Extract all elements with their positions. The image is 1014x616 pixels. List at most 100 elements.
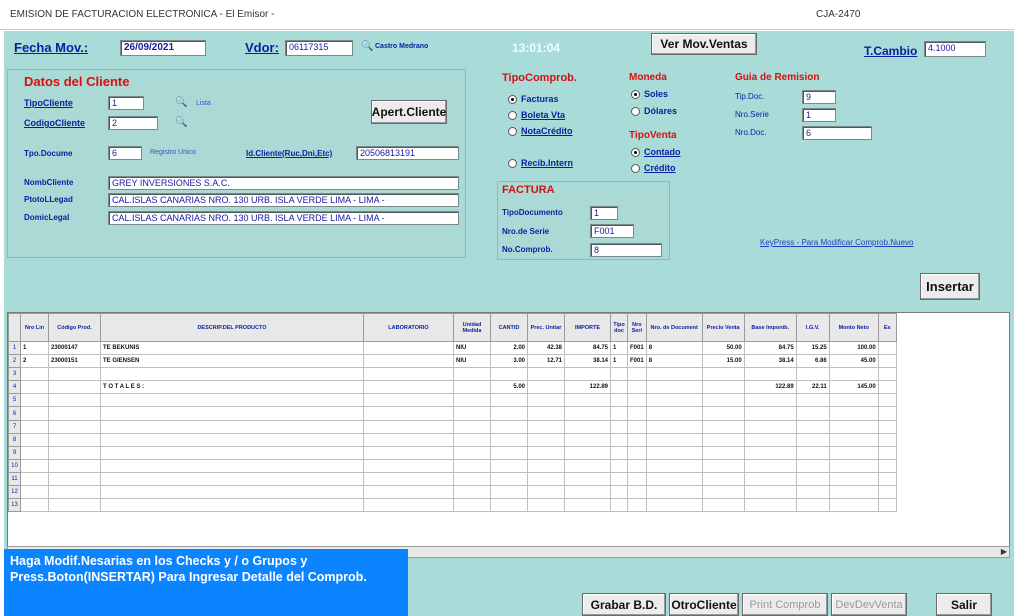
factura-tipo-doc-input[interactable]: 1 [590,206,618,220]
table-cell[interactable] [490,485,528,500]
table-cell[interactable] [743,471,797,487]
table-cell[interactable] [453,367,491,382]
table-cell[interactable] [743,367,797,382]
table-cell[interactable] [627,393,647,408]
table-cell[interactable] [490,419,528,434]
table-cell[interactable] [490,471,528,487]
table-cell[interactable] [564,406,611,421]
table-cell[interactable] [645,419,703,434]
insertar-button[interactable]: Insertar [920,273,980,300]
apert-cliente-button[interactable]: Apert.Cliente [371,100,447,124]
tipo-cliente-input[interactable]: 1 [108,96,144,110]
table-cell[interactable]: 45.00 [828,354,879,369]
table-cell[interactable] [795,432,830,447]
table-cell[interactable]: 122.89 [743,380,797,395]
table-cell[interactable] [828,393,879,408]
table-cell[interactable]: F001 [627,354,647,369]
table-cell[interactable] [828,471,879,487]
table-cell[interactable] [564,432,611,447]
table-row[interactable]: 1 1 23000147 TE BEKUNIS NIU 2.00 42.38 84.75 1 F0… [8,340,897,356]
table-cell[interactable] [877,393,897,408]
table-cell[interactable] [48,432,101,447]
ver-mov-ventas-button[interactable]: Ver Mov.Ventas [651,33,757,55]
radio-dolares[interactable]: Dólares [631,106,677,116]
table-cell[interactable] [453,393,491,408]
table-cell[interactable] [645,432,703,447]
table-cell[interactable] [20,471,49,487]
table-cell[interactable] [100,419,364,434]
table-cell[interactable] [701,367,745,382]
table-cell[interactable] [877,406,897,421]
tipo-cliente-search-icon[interactable]: 🔍 [175,97,187,108]
table-cell[interactable] [490,498,528,513]
table-cell[interactable] [610,406,628,421]
table-cell[interactable] [564,485,611,500]
table-cell[interactable] [828,406,879,421]
table-cell[interactable] [701,380,745,395]
table-cell[interactable] [828,498,879,513]
table-cell[interactable] [363,445,454,460]
table-cell[interactable] [100,485,364,500]
table-cell[interactable] [363,393,454,408]
table-row[interactable]: 3 [8,367,897,382]
table-cell[interactable] [527,432,565,447]
table-cell[interactable] [453,485,491,500]
table-cell[interactable] [564,471,611,487]
table-cell[interactable] [20,485,49,500]
table-cell[interactable] [877,498,897,513]
table-cell[interactable]: 15.00 [701,354,745,369]
domicilio-legal-input[interactable]: CAL.ISLAS CANARIAS NRO. 130 URB. ISLA VE… [108,211,459,225]
table-cell[interactable] [627,380,647,395]
table-cell[interactable] [795,419,830,434]
table-cell[interactable]: 2.00 [490,340,528,356]
table-cell[interactable]: NIU [453,340,491,356]
table-cell[interactable] [527,406,565,421]
guia-tip-doc-input[interactable]: 9 [802,90,836,104]
table-cell[interactable] [795,458,830,473]
table-row[interactable]: 8 [8,432,897,447]
table-cell[interactable] [877,458,897,473]
table-cell[interactable] [645,393,703,408]
table-cell[interactable] [20,498,49,513]
table-cell[interactable] [877,445,897,460]
table-cell[interactable] [743,485,797,500]
table-cell[interactable] [610,445,628,460]
table-cell[interactable] [48,458,101,473]
table-cell[interactable] [100,458,364,473]
table-cell[interactable] [743,498,797,513]
table-cell[interactable] [610,367,628,382]
table-cell[interactable] [564,445,611,460]
table-cell[interactable]: 145.00 [828,380,879,395]
table-row[interactable]: 6 [8,406,897,421]
table-cell[interactable] [20,380,49,395]
table-cell[interactable]: 8 [645,340,703,356]
table-cell[interactable]: 122.89 [564,380,611,395]
table-cell[interactable] [828,458,879,473]
table-row[interactable]: 12 [8,485,897,500]
table-cell[interactable] [48,380,101,395]
dev-venta-button[interactable]: DevDevVenta [831,593,907,616]
id-cliente-input[interactable]: 20506813191 [356,146,459,160]
table-cell[interactable] [610,485,628,500]
tcambio-input[interactable]: 4.1000 [924,41,986,57]
table-cell[interactable] [363,458,454,473]
table-cell[interactable]: 3.00 [490,354,528,369]
table-row[interactable]: 13 [8,498,897,513]
table-cell[interactable] [564,393,611,408]
table-row[interactable]: 2 2 23000151 TE GIENSEN NIU 3.00 12.71 38.14 1 F0… [8,354,897,369]
table-cell[interactable] [795,498,830,513]
table-cell[interactable] [743,432,797,447]
grabar-bd-button[interactable]: Grabar B.D. [582,593,666,616]
table-row[interactable]: 9 [8,445,897,460]
table-cell[interactable]: 38.14 [564,354,611,369]
table-cell[interactable] [701,471,745,487]
table-row[interactable]: 10 [8,458,897,473]
table-cell[interactable] [527,471,565,487]
table-cell[interactable] [627,458,647,473]
table-cell[interactable] [877,367,897,382]
table-cell[interactable] [645,485,703,500]
table-cell[interactable] [527,393,565,408]
table-cell[interactable] [363,340,454,356]
table-cell[interactable] [527,445,565,460]
table-cell[interactable]: 23000151 [48,354,101,369]
